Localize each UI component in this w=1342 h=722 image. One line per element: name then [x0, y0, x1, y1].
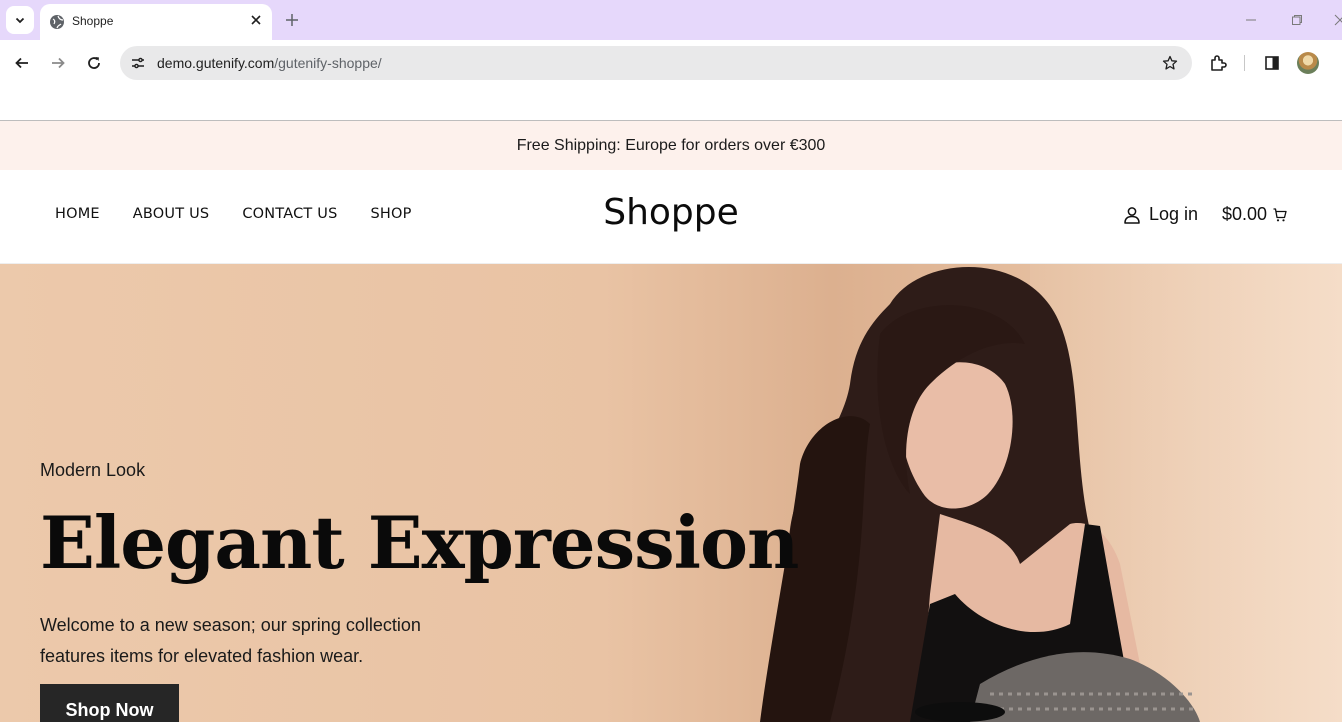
- reload-icon[interactable]: [82, 51, 106, 75]
- announcement-text: Free Shipping: Europe for orders over €3…: [516, 136, 826, 154]
- star-icon[interactable]: [1160, 53, 1180, 73]
- user-icon: [1124, 206, 1140, 224]
- profile-avatar[interactable]: [1297, 52, 1319, 74]
- shop-now-button[interactable]: Shop Now: [40, 684, 179, 722]
- site-header: HOME ABOUT US CONTACT US SHOP Shoppe Log…: [0, 170, 1342, 264]
- site-info-icon[interactable]: [128, 53, 148, 73]
- minimize-icon[interactable]: [1241, 10, 1261, 30]
- hero-headline: Elegant Expression: [40, 500, 799, 585]
- hero-model-image: [760, 266, 1200, 722]
- restore-icon[interactable]: [1287, 10, 1307, 30]
- hero-section: Modern Look Elegant Expression Welcome t…: [0, 264, 1342, 722]
- close-icon[interactable]: [248, 12, 264, 28]
- cart-link[interactable]: $0.00: [1222, 204, 1287, 225]
- address-bar[interactable]: demo.gutenify.com/gutenify-shoppe/: [120, 46, 1192, 80]
- side-panel-icon[interactable]: [1260, 51, 1284, 75]
- back-arrow-icon[interactable]: [10, 51, 34, 75]
- browser-toolbar: demo.gutenify.com/gutenify-shoppe/: [0, 40, 1342, 86]
- tab-title: Shoppe: [72, 14, 114, 28]
- login-link[interactable]: Log in: [1123, 204, 1198, 225]
- globe-icon: [49, 14, 65, 35]
- forward-arrow-icon[interactable]: [46, 51, 70, 75]
- hero-description: Welcome to a new season; our spring coll…: [40, 615, 421, 666]
- tab-search-button[interactable]: [6, 6, 34, 34]
- announcement-bar: Free Shipping: Europe for orders over €3…: [0, 121, 1342, 170]
- web-page: Free Shipping: Europe for orders over €3…: [0, 86, 1342, 722]
- chevron-down-icon: [15, 17, 25, 24]
- cart-total: $0.00: [1222, 204, 1268, 224]
- window-close-icon[interactable]: [1330, 10, 1342, 30]
- browser-tab-active[interactable]: Shoppe: [40, 4, 272, 40]
- toolbar-divider: [1244, 55, 1245, 71]
- login-label: Log in: [1149, 204, 1199, 224]
- hero-eyebrow: Modern Look: [40, 460, 146, 480]
- browser-tabstrip: Shoppe: [0, 0, 1342, 40]
- extensions-icon[interactable]: [1206, 51, 1230, 75]
- url-text: demo.gutenify.com/gutenify-shoppe/: [157, 55, 382, 71]
- plus-icon[interactable]: [282, 10, 302, 30]
- cart-icon: [1273, 207, 1287, 221]
